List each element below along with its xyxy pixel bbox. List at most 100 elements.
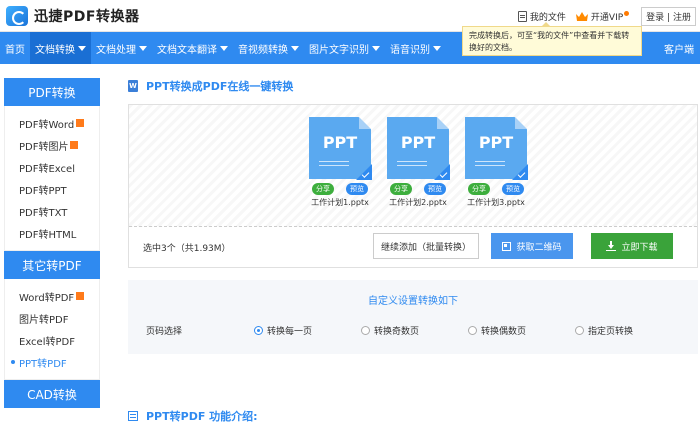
nav-client[interactable]: 客户端 xyxy=(664,32,700,64)
nav-doc-convert[interactable]: 文档转换 xyxy=(30,32,91,64)
file-card[interactable]: PPT 分享 预览 工作计划1.pptx xyxy=(309,117,372,208)
preview-button[interactable]: 预览 xyxy=(424,183,446,195)
nav-doc-translate[interactable]: 文档文本翻译 xyxy=(152,32,233,64)
sidebar-item-image-pdf[interactable]: 图片转PDF xyxy=(19,307,99,329)
sidebar-item-pdf-excel[interactable]: PDF转Excel xyxy=(19,156,99,178)
radio-label: 转换偶数页 xyxy=(481,327,527,337)
share-button[interactable]: 分享 xyxy=(468,183,490,195)
radio-button[interactable] xyxy=(575,326,584,335)
conversion-settings: 自定义设置转换如下 页码选择 转换每一页 转换奇数页 转换偶数页 指定页转换 xyxy=(128,280,698,354)
crown-icon xyxy=(575,12,588,21)
page-title-text: PPT转换成PDF在线一键转换 xyxy=(146,80,294,93)
ppt-icon: PPT xyxy=(465,117,528,180)
sidebar-header-pdf[interactable]: PDF转换 xyxy=(4,78,100,106)
ppt-icon: PPT xyxy=(387,117,450,180)
chevron-down-icon xyxy=(291,45,299,51)
radio-button[interactable] xyxy=(254,326,263,335)
sidebar-item-pdf-image[interactable]: PDF转图片 xyxy=(19,134,99,156)
share-button[interactable]: 分享 xyxy=(312,183,334,195)
sidebar-item-label: PDF转图片 xyxy=(19,141,69,153)
feature-intro-heading: PPT转PDF 功能介绍: xyxy=(128,408,258,424)
app-title: 迅捷PDF转换器 xyxy=(34,9,140,25)
file-type-label: PPT xyxy=(478,133,514,152)
sidebar-item-label: PDF转Word xyxy=(19,119,75,131)
radio-label: 指定页转换 xyxy=(588,327,634,337)
file-drop-zone[interactable]: PPT 分享 预览 工作计划1.pptx PPT 分享 预览 工作计划2.ppt… xyxy=(129,105,697,227)
get-qr-button[interactable]: 获取二维码 xyxy=(491,233,573,259)
file-name: 工作计划2.pptx xyxy=(389,198,447,207)
file-card[interactable]: PPT 分享 预览 工作计划3.pptx xyxy=(465,117,528,208)
preview-button[interactable]: 预览 xyxy=(346,183,368,195)
sidebar-item-word-pdf[interactable]: Word转PDF xyxy=(19,285,99,307)
file-card[interactable]: PPT 分享 预览 工作计划2.pptx xyxy=(387,117,450,208)
vip-link[interactable]: 开通VIP xyxy=(575,10,630,23)
preview-button[interactable]: 预览 xyxy=(502,183,524,195)
nav-label: 文档转换 xyxy=(35,44,75,56)
nav-label: 音视频转换 xyxy=(238,44,288,56)
sidebar: PDF转换 PDF转Word PDF转图片 PDF转Excel PDF转PPT … xyxy=(4,78,100,408)
nav-label: 客户端 xyxy=(664,44,694,56)
radio-every-page[interactable]: 转换每一页 xyxy=(254,324,361,337)
nav-speech[interactable]: 语音识别 xyxy=(385,32,446,64)
file-type-label: PPT xyxy=(400,133,436,152)
sidebar-header-cad[interactable]: CAD转换 xyxy=(4,380,100,408)
radio-even-pages[interactable]: 转换偶数页 xyxy=(468,324,575,337)
sidebar-item-label: 图片转PDF xyxy=(19,314,69,326)
radio-label: 转换每一页 xyxy=(267,327,313,337)
add-more-button[interactable]: 继续添加（批量转换） xyxy=(373,233,479,259)
sidebar-list-other: Word转PDF 图片转PDF Excel转PDF PPT转PDF xyxy=(4,279,100,380)
ppt-icon: PPT xyxy=(309,117,372,180)
app-logo[interactable]: 迅捷PDF转换器 xyxy=(6,6,139,26)
sidebar-item-label: Word转PDF xyxy=(19,292,75,304)
page-title: W PPT转换成PDF在线一键转换 xyxy=(128,76,698,96)
nav-label: 文档文本翻译 xyxy=(157,44,217,56)
file-type-label: PPT xyxy=(322,133,358,152)
radio-odd-pages[interactable]: 转换奇数页 xyxy=(361,324,468,337)
download-icon xyxy=(606,241,617,251)
chevron-down-icon xyxy=(78,45,86,51)
radio-button[interactable] xyxy=(468,326,477,335)
main-content: W PPT转换成PDF在线一键转换 PPT 分享 预览 工作计划1.pptx P… xyxy=(128,76,698,423)
nav-image-ocr[interactable]: 图片文字识别 xyxy=(304,32,385,64)
chevron-down-icon xyxy=(220,45,228,51)
nav-doc-process[interactable]: 文档处理 xyxy=(91,32,152,64)
nav-home[interactable]: 首页 xyxy=(0,32,30,64)
hot-badge-icon xyxy=(70,141,79,149)
file-list: PPT 分享 预览 工作计划1.pptx PPT 分享 预览 工作计划2.ppt… xyxy=(309,117,543,208)
nav-av-convert[interactable]: 音视频转换 xyxy=(233,32,304,64)
feature-intro-text: PPT转PDF 功能介绍: xyxy=(146,410,258,423)
register-link[interactable]: 注册 xyxy=(673,13,691,23)
chevron-down-icon xyxy=(139,45,147,51)
chevron-down-icon xyxy=(372,45,380,51)
button-label: 获取二维码 xyxy=(516,242,562,253)
list-icon xyxy=(128,411,138,421)
download-button[interactable]: 立即下载 xyxy=(591,233,673,259)
nav-label: 语音识别 xyxy=(390,44,430,56)
sidebar-item-pdf-txt[interactable]: PDF转TXT xyxy=(19,200,99,222)
sidebar-item-excel-pdf[interactable]: Excel转PDF xyxy=(19,329,99,351)
sidebar-item-pdf-html[interactable]: PDF转HTML xyxy=(19,222,99,244)
sidebar-item-label: PDF转PPT xyxy=(19,185,67,197)
sidebar-item-label: Excel转PDF xyxy=(19,336,75,348)
tooltip-text: 完成转换后，可至“我的文件”中查看并下载转换好的文档。 xyxy=(469,31,630,52)
sidebar-item-pdf-word[interactable]: PDF转Word xyxy=(19,112,99,134)
sidebar-header-other[interactable]: 其它转PDF xyxy=(4,251,100,279)
login-link[interactable]: 登录 xyxy=(646,13,664,23)
file-name: 工作计划1.pptx xyxy=(311,198,369,207)
logo-icon xyxy=(6,6,28,26)
radio-specific-pages[interactable]: 指定页转换 xyxy=(575,324,682,337)
sidebar-item-pdf-ppt[interactable]: PDF转PPT xyxy=(19,178,99,200)
sidebar-item-label: PDF转TXT xyxy=(19,207,68,219)
sidebar-item-label: PDF转Excel xyxy=(19,163,75,175)
file-name: 工作计划3.pptx xyxy=(467,198,525,207)
radio-button[interactable] xyxy=(361,326,370,335)
sidebar-item-ppt-pdf[interactable]: PPT转PDF xyxy=(11,351,99,373)
nav-label: 文档处理 xyxy=(96,44,136,56)
chevron-down-icon xyxy=(433,45,441,51)
ppt-file-icon: W xyxy=(128,80,138,92)
auth-divider: | xyxy=(667,13,671,23)
sidebar-item-label: PPT转PDF xyxy=(19,358,67,370)
sidebar-item-label: PDF转HTML xyxy=(19,229,77,241)
hot-badge-icon xyxy=(76,292,85,300)
share-button[interactable]: 分享 xyxy=(390,183,412,195)
